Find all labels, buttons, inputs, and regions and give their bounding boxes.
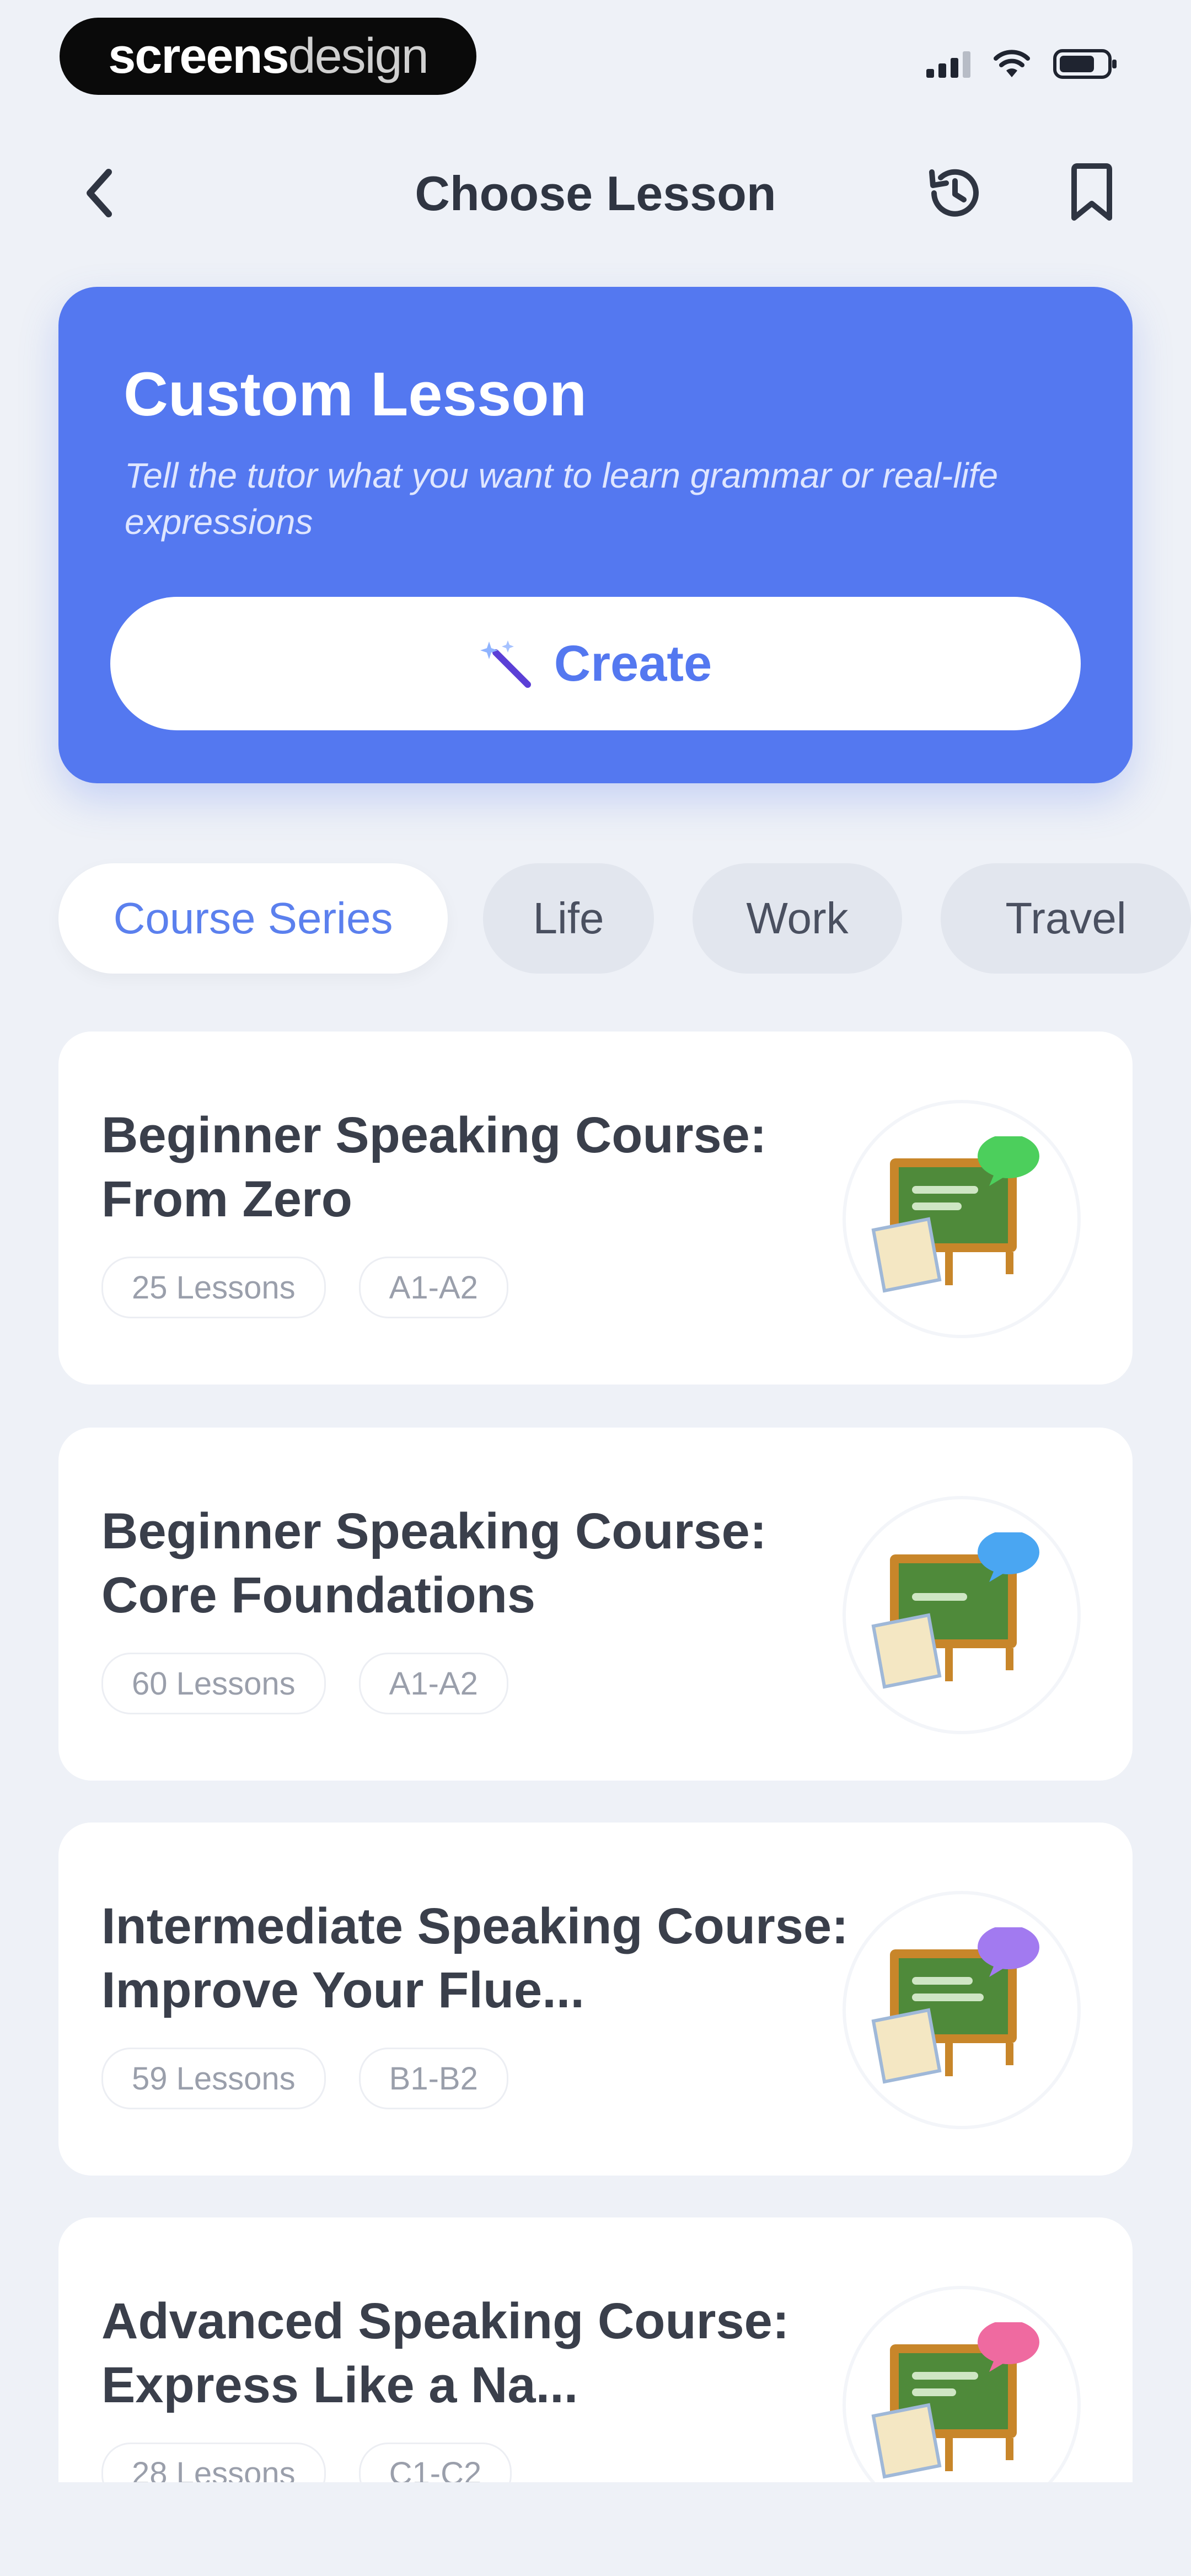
chalkboard-icon [871, 1532, 1039, 1689]
course-card[interactable]: Beginner Speaking Course: Core Foundatio… [58, 1428, 1133, 1781]
brand-logo: screens design [60, 18, 476, 95]
custom-lesson-title: Custom Lesson [124, 360, 587, 429]
page-title: Choose Lesson [415, 166, 776, 221]
wifi-icon [994, 50, 1030, 78]
brand-logo-light: design [288, 28, 429, 84]
level-badge: B1-B2 [358, 2048, 508, 2109]
chalkboard-icon [871, 2322, 1039, 2479]
status-icons [926, 49, 1119, 79]
tab-travel[interactable]: Travel [941, 863, 1191, 974]
bookmark-icon [1071, 163, 1112, 221]
bottom-fade [0, 2482, 1191, 2576]
chalkboard-icon [871, 1927, 1039, 2084]
brand-logo-bold: screens [108, 28, 289, 84]
tab-label: Work [746, 894, 849, 943]
category-tabs: Course Series Life Work Travel [58, 863, 1191, 974]
course-tags: 60 Lessons A1-A2 [101, 1653, 508, 1714]
course-title: Intermediate Speaking Course: Improve Yo… [101, 1898, 849, 2018]
chalkboard-icon [871, 1136, 1039, 1293]
course-title: Beginner Speaking Course: Core Foundatio… [101, 1503, 767, 1623]
level-badge: A1-A2 [358, 1257, 508, 1318]
course-thumbnail [846, 1894, 1077, 2126]
course-thumbnail [846, 1499, 1077, 1731]
course-tags: 59 Lessons B1-B2 [101, 2048, 508, 2109]
tab-work[interactable]: Work [693, 863, 902, 974]
nav-bar: Choose Lesson [0, 132, 1191, 254]
level-badge: A1-A2 [358, 1653, 508, 1714]
lesson-count-badge: 60 Lessons [101, 1653, 326, 1714]
bookmark-button[interactable] [1059, 160, 1125, 226]
lesson-count-badge: 59 Lessons [101, 2048, 326, 2109]
signal-icon [926, 50, 970, 78]
battery-icon [1053, 49, 1119, 79]
tab-life[interactable]: Life [483, 863, 654, 974]
tab-label: Course Series [113, 894, 393, 943]
tab-label: Travel [1005, 894, 1126, 943]
custom-lesson-card: Custom Lesson Tell the tutor what you wa… [58, 287, 1133, 783]
lesson-count-badge: 25 Lessons [101, 1257, 326, 1318]
create-button[interactable]: Create [110, 597, 1081, 730]
status-bar: screens design [0, 0, 1191, 110]
tab-label: Life [533, 894, 604, 943]
tab-course-series[interactable]: Course Series [58, 863, 448, 974]
create-button-label: Create [554, 635, 712, 692]
history-button[interactable] [921, 160, 987, 226]
custom-lesson-subtitle: Tell the tutor what you want to learn gr… [125, 456, 999, 542]
course-title: Advanced Speaking Course: Express Like a… [101, 2293, 790, 2413]
course-card[interactable]: Beginner Speaking Course: From Zero 25 L… [58, 1032, 1133, 1385]
course-title: Beginner Speaking Course: From Zero [101, 1107, 767, 1227]
course-tags: 25 Lessons A1-A2 [101, 1257, 508, 1318]
course-card[interactable]: Intermediate Speaking Course: Improve Yo… [58, 1823, 1133, 2176]
course-thumbnail [846, 1103, 1077, 1335]
magic-wand-icon [480, 640, 531, 688]
history-icon [929, 169, 979, 217]
